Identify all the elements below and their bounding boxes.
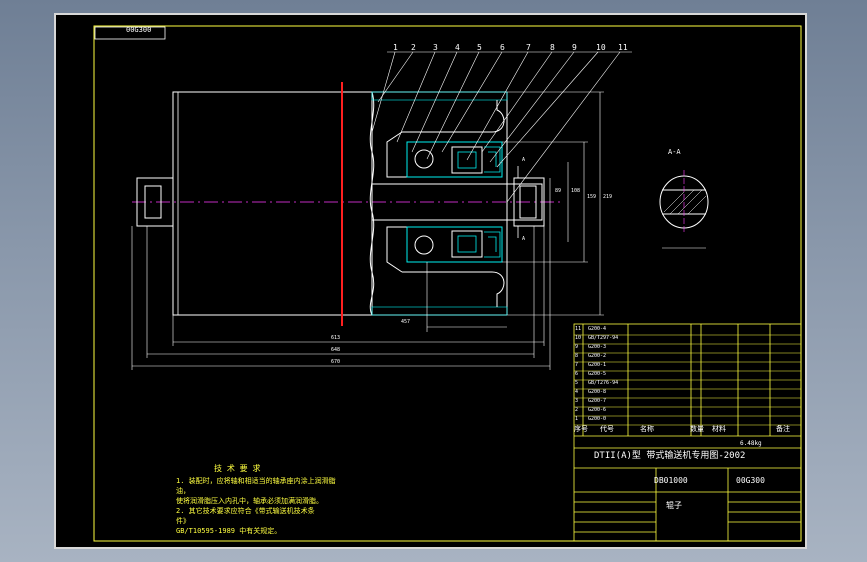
weight-value: 6.48kg — [740, 440, 762, 447]
balloon-5: 5 — [477, 43, 482, 52]
balloon-3: 3 — [433, 43, 438, 52]
balloon-2: 2 — [411, 43, 416, 52]
tube-wall-hatch-top — [371, 91, 508, 101]
bom-item-code: G200-6 — [588, 407, 607, 413]
bom-header-cell: 名称 — [640, 425, 654, 433]
part-name: 辊子 — [666, 501, 682, 510]
bom-item-number: 11 — [575, 326, 582, 332]
bom-item-code: G200-2 — [588, 353, 607, 359]
dim-v4: 219 — [603, 194, 613, 200]
section-aa-hatch — [663, 189, 707, 215]
series-title: DTII(A)型 带式输送机专用图-2002 — [594, 451, 746, 461]
bom-item-code: G200-1 — [588, 362, 607, 368]
tube-wall-hatch-bottom — [371, 306, 508, 316]
bom-item-number: 3 — [575, 398, 579, 404]
balloon-1: 1 — [393, 43, 398, 52]
bearing-housing-lower — [386, 226, 505, 307]
section-mark-bottom: A — [522, 236, 526, 242]
bom-item-code: GB/T297-94 — [588, 335, 619, 341]
bom-item-code: GB/T276-94 — [588, 380, 619, 386]
cad-window: 00G300 1 2 3 4 5 6 7 8 9 10 11 457 613 648 670 89 … — [0, 0, 867, 562]
bom-item-code: G200-3 — [588, 344, 607, 350]
section-aa-title: A-A — [668, 148, 681, 156]
balloon-7: 7 — [526, 43, 531, 52]
bearing-housing-upper — [386, 100, 505, 178]
seal-lower-inner — [457, 235, 477, 253]
code-tag-text: 00G300 — [126, 26, 152, 34]
tech-req-title: 技 术 要 求 — [214, 464, 261, 473]
dim-v2: 108 — [571, 188, 581, 194]
tech-req-line: 2. 其它技术要求应符合《带式输送机技术条 — [176, 507, 315, 515]
bom-item-number: 6 — [575, 371, 579, 377]
bom-header-cell: 数量 — [690, 425, 704, 433]
drawing-sheet[interactable]: 00G300 1 2 3 4 5 6 7 8 9 10 11 457 613 648 670 89 … — [54, 13, 807, 549]
bom-header-cell: 备注 — [776, 425, 790, 433]
tech-req-line: 件》 — [176, 517, 190, 525]
bom-header-cell: 序号 — [574, 425, 588, 433]
tech-req-line: 1. 装配时，应将轴和相适当的轴承座内涂上润滑脂 — [176, 477, 336, 485]
tech-req-line: GB/T10595-1989 中有关规定。 — [176, 527, 282, 535]
bom-item-number: 7 — [575, 362, 579, 368]
ball-lower — [414, 235, 434, 255]
drawing-canvas[interactable] — [56, 15, 805, 547]
dim-d1: 457 — [401, 319, 411, 325]
bom-item-number: 9 — [575, 344, 579, 350]
tech-req-line: 使将润滑脂压入内孔中，轴承必须加满润滑脂。 — [176, 497, 323, 505]
part-code: 00G300 — [736, 476, 765, 485]
bom-item-number: 2 — [575, 407, 579, 413]
bom-item-number: 1 — [575, 416, 579, 422]
inner-border — [93, 25, 802, 542]
labyrinth-lower — [484, 231, 501, 258]
dim-d3: 648 — [331, 347, 341, 353]
dim-v3: 159 — [587, 194, 597, 200]
dim-v1: 89 — [555, 188, 562, 194]
bom-item-code: G200-5 — [588, 371, 607, 377]
bom-item-number: 8 — [575, 353, 579, 359]
dim-d4: 670 — [331, 359, 341, 365]
balloon-9: 9 — [572, 43, 577, 52]
bom-header-cell: 材料 — [712, 425, 726, 433]
tech-req-line: 油， — [176, 487, 190, 495]
dimension-lines — [131, 91, 604, 370]
seal-lower — [451, 230, 483, 258]
bom-header-cell: 代号 — [600, 425, 614, 433]
balloon-11: 11 — [618, 43, 628, 52]
section-mark-top: A — [522, 157, 526, 163]
dim-d2: 613 — [331, 335, 341, 341]
balloon-4: 4 — [455, 43, 460, 52]
drawing-number: DB01000 — [654, 476, 688, 485]
balloon-8: 8 — [550, 43, 555, 52]
bom-item-code: G200-0 — [588, 416, 607, 422]
bom-item-code: G200-8 — [588, 389, 607, 395]
bom-item-code: G200-4 — [588, 326, 607, 332]
balloon-10: 10 — [596, 43, 606, 52]
bom-item-number: 5 — [575, 380, 579, 386]
bom-item-number: 4 — [575, 389, 579, 395]
bom-item-code: G200-7 — [588, 398, 607, 404]
bom-item-number: 10 — [575, 335, 582, 341]
balloon-6: 6 — [500, 43, 505, 52]
